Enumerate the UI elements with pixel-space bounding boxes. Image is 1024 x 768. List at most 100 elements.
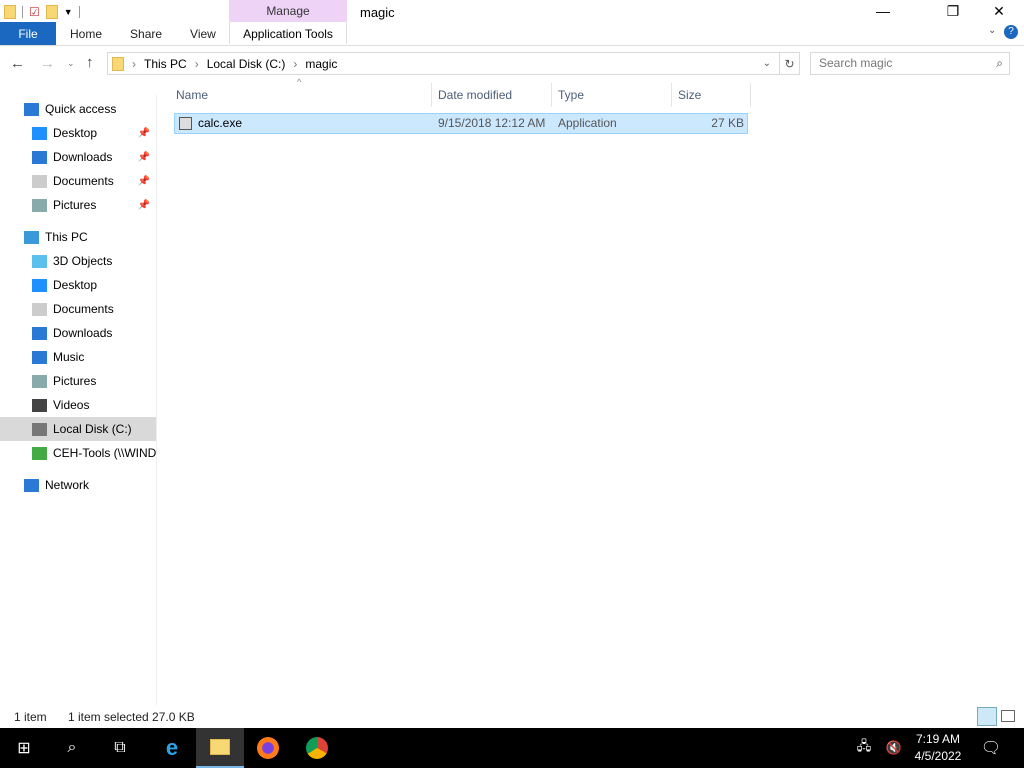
status-item-count: 1 item [14, 710, 47, 724]
edge-icon[interactable]: e [148, 728, 196, 768]
column-header-name[interactable]: Name [170, 83, 432, 107]
column-header-size[interactable]: Size [672, 83, 751, 107]
refresh-button[interactable]: ↻ [780, 52, 800, 75]
address-bar[interactable]: › This PC › Local Disk (C:) › magic ⌄ [107, 52, 780, 75]
pin-icon[interactable]: 📌 [138, 176, 150, 187]
tab-home[interactable]: Home [56, 22, 116, 46]
help-icon[interactable]: ? [1004, 25, 1018, 39]
sidebar-item-label: This PC [45, 230, 88, 244]
sidebar-item-label: Quick access [45, 102, 117, 116]
breadcrumb-magic[interactable]: magic [305, 57, 337, 71]
search-input[interactable]: Search magic ⌕ [810, 52, 1010, 75]
sidebar-item-label: Desktop [53, 278, 98, 292]
breadcrumb-local-disk[interactable]: Local Disk (C:) [207, 57, 286, 71]
sidebar-item[interactable]: 3D Objects [0, 249, 156, 273]
cube-icon [32, 254, 47, 268]
application-tools-tab[interactable]: Application Tools [229, 22, 347, 44]
desktop-icon [32, 278, 47, 292]
desktop-icon [32, 126, 47, 140]
forward-icon[interactable]: → [40, 55, 55, 72]
status-selection: 1 item selected 27.0 KB [68, 710, 195, 724]
clock-time: 7:19 AM [915, 732, 961, 746]
close-button[interactable]: ✕ [976, 0, 1022, 22]
address-dropdown-icon[interactable]: ⌄ [763, 58, 771, 69]
expand-ribbon-icon[interactable]: ⌄ [988, 25, 996, 36]
sidebar-item[interactable]: This PC [0, 225, 156, 249]
sidebar-item[interactable]: Downloads [0, 321, 156, 345]
sidebar-item[interactable]: Pictures 📌 [0, 193, 156, 217]
sidebar-item[interactable]: Pictures [0, 369, 156, 393]
up-icon[interactable]: ↑ [86, 54, 94, 71]
documents-icon [32, 174, 47, 188]
videos-icon [32, 398, 47, 412]
column-header-type[interactable]: Type [552, 83, 672, 107]
column-header-date[interactable]: Date modified [432, 83, 552, 107]
restore-button[interactable]: ❐ [930, 0, 976, 22]
sidebar-item[interactable]: Desktop 📌 [0, 121, 156, 145]
sidebar-item[interactable]: Network [0, 473, 156, 497]
volume-muted-icon[interactable]: 🔇 [882, 728, 906, 768]
drive-icon [32, 422, 47, 436]
sidebar-item[interactable]: Music [0, 345, 156, 369]
details-view-button[interactable] [977, 707, 997, 726]
back-icon[interactable]: ← [10, 55, 25, 72]
task-view-button[interactable]: ⧉ [96, 728, 144, 768]
folder-icon [112, 56, 124, 71]
new-folder-icon[interactable] [45, 5, 58, 19]
sidebar-item-label: Pictures [53, 374, 97, 388]
breadcrumb-this-pc[interactable]: This PC [144, 57, 187, 71]
clock[interactable]: 7:19 AM 4/5/2022 [912, 731, 964, 765]
pictures-icon [32, 198, 47, 212]
sidebar-item-label: Documents [53, 302, 114, 316]
music-icon [32, 350, 47, 364]
folder-icon [4, 5, 16, 19]
large-icons-view-button[interactable] [1001, 710, 1015, 722]
sidebar-item[interactable]: Desktop [0, 273, 156, 297]
network-drive-icon [32, 446, 47, 460]
firefox-icon[interactable] [244, 728, 292, 768]
pin-icon[interactable]: 📌 [138, 200, 150, 211]
sidebar-item[interactable]: Local Disk (C:) [0, 417, 156, 441]
sidebar-item[interactable]: CEH-Tools (\\WIND [0, 441, 156, 465]
customize-toolbar-icon[interactable]: ▼ [64, 7, 73, 17]
search-button[interactable]: ⌕ [48, 728, 96, 768]
network-tray-icon[interactable]: 🖧 [852, 728, 876, 768]
chrome-icon[interactable] [293, 728, 341, 768]
navigation-pane: Quick access Desktop 📌 Downloads 📌 Documents 📌… [0, 95, 157, 705]
minimize-button[interactable]: — [860, 0, 906, 22]
pin-icon[interactable]: 📌 [138, 128, 150, 139]
file-name: calc.exe [198, 116, 243, 130]
pictures-icon [32, 374, 47, 388]
sidebar-item[interactable]: Quick access [0, 97, 156, 121]
tab-view[interactable]: View [176, 22, 230, 46]
file-row[interactable]: calc.exe 9/15/2018 12:12 AM Application … [174, 113, 748, 134]
action-center-icon[interactable]: 🗨 [968, 728, 1014, 768]
sidebar-item[interactable]: Documents 📌 [0, 169, 156, 193]
recent-locations-icon[interactable]: ⌄ [67, 58, 75, 69]
search-icon: ⌕ [996, 56, 1003, 70]
computer-icon [24, 230, 39, 244]
window-title: magic [360, 5, 395, 20]
sidebar-item-label: Downloads [53, 326, 113, 340]
sidebar-item-label: Videos [53, 398, 90, 412]
start-button[interactable]: ⊞ [0, 728, 48, 768]
sidebar-item[interactable]: Documents [0, 297, 156, 321]
manage-context-tab[interactable]: Manage [229, 0, 347, 22]
sidebar-item[interactable]: Videos [0, 393, 156, 417]
sidebar-item-label: Local Disk (C:) [53, 422, 132, 436]
star-icon [24, 102, 39, 116]
file-explorer-icon[interactable] [196, 728, 244, 768]
file-date: 9/15/2018 12:12 AM [438, 116, 546, 130]
sidebar-item-label: Documents [53, 174, 114, 188]
search-placeholder: Search magic [819, 56, 893, 70]
properties-icon[interactable]: ☑ [29, 5, 40, 19]
sidebar-item-label: Network [45, 478, 90, 492]
file-type: Application [558, 116, 617, 130]
documents-icon [32, 302, 47, 316]
tab-share[interactable]: Share [116, 22, 176, 46]
tab-file[interactable]: File [0, 22, 56, 46]
calculator-icon [179, 117, 192, 130]
pin-icon[interactable]: 📌 [138, 152, 150, 163]
sidebar-item[interactable]: Downloads 📌 [0, 145, 156, 169]
network-icon [24, 478, 39, 492]
